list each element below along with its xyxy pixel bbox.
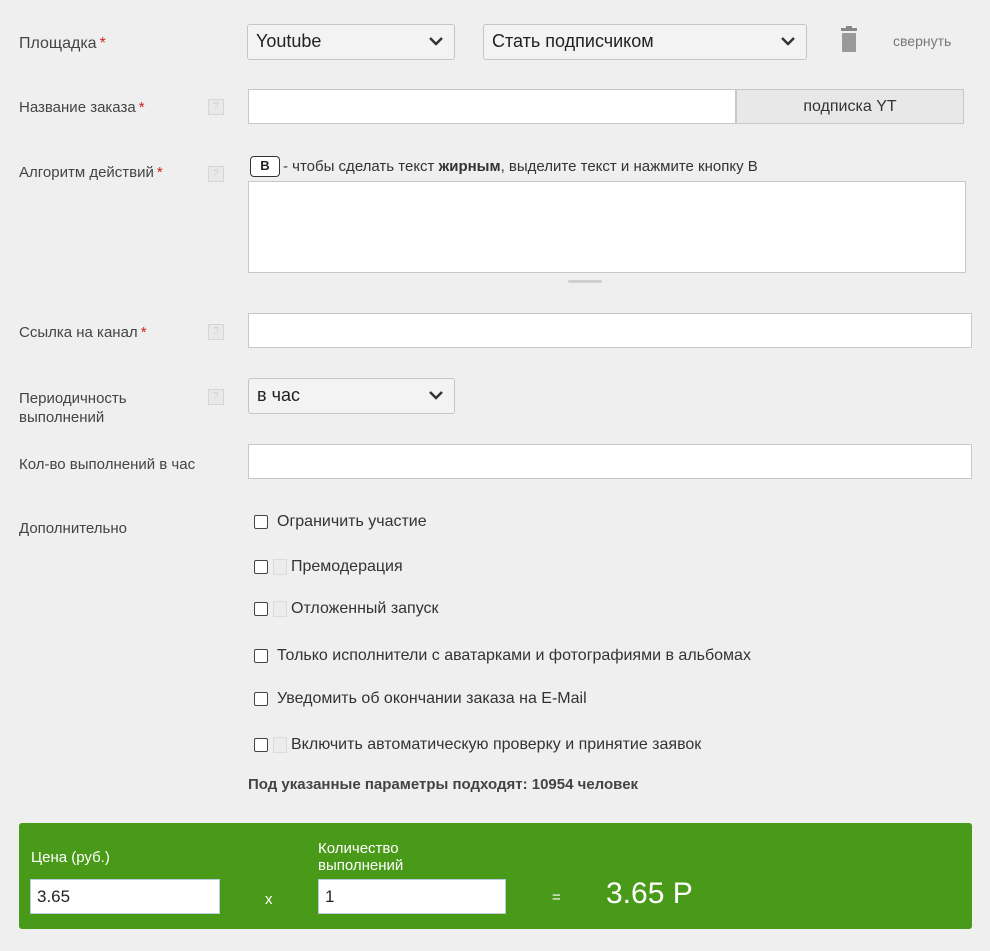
order-name-label: Название заказа * [19, 99, 145, 116]
help-icon[interactable] [273, 559, 287, 575]
checkbox[interactable] [254, 602, 268, 616]
option-email-notify[interactable]: Уведомить об окончании заказа на E-Mail [254, 688, 587, 710]
checkbox[interactable] [254, 560, 268, 574]
chevron-down-icon [429, 37, 443, 46]
equals-sign: = [552, 889, 561, 906]
checkbox[interactable] [254, 738, 268, 752]
bold-button[interactable]: B [250, 156, 280, 177]
platform-label: Площадка * [19, 35, 106, 52]
option-auto-accept[interactable]: Включить автоматическую проверку и приня… [254, 734, 701, 756]
required-mark: * [156, 164, 163, 181]
algorithm-label: Алгоритм действий * [19, 164, 163, 181]
matching-users-text: Под указанные параметры подходят: 10954 … [248, 776, 639, 793]
algorithm-textarea[interactable] [248, 181, 966, 273]
option-premoderation[interactable]: Премодерация [254, 556, 403, 578]
order-name-input[interactable] [248, 89, 736, 124]
option-avatar-only[interactable]: Только исполнители с аватарками и фотогр… [254, 645, 751, 667]
help-icon[interactable] [273, 737, 287, 753]
checkbox[interactable] [254, 649, 268, 663]
channel-link-input[interactable] [248, 313, 972, 348]
extra-label: Дополнительно [19, 520, 127, 537]
count-per-hour-label: Кол-во выполнений в час [19, 456, 196, 473]
option-limit-participation[interactable]: Ограничить участие [254, 511, 427, 533]
help-icon[interactable] [273, 601, 287, 617]
help-icon[interactable]: ? [208, 324, 224, 340]
frequency-label: Периодичность выполнений [19, 390, 127, 426]
action-select[interactable]: Стать подписчиком [483, 24, 807, 60]
resize-handle[interactable] [568, 280, 602, 283]
price-label: Цена (руб.) [31, 849, 110, 866]
required-mark: * [140, 324, 147, 341]
checkbox[interactable] [254, 515, 268, 529]
bold-hint: - чтобы сделать текст жирным, выделите т… [283, 158, 758, 175]
count-per-hour-input[interactable] [248, 444, 972, 479]
frequency-select[interactable]: в час [248, 378, 455, 414]
quantity-label: Количество выполнений [318, 840, 404, 874]
chevron-down-icon [429, 391, 443, 400]
help-icon[interactable]: ? [208, 166, 224, 182]
total-price: 3.65 Р [606, 877, 693, 910]
price-input[interactable]: 3.65 [30, 879, 220, 914]
checkbox[interactable] [254, 692, 268, 706]
collapse-link[interactable]: свернуть [893, 33, 951, 49]
required-mark: * [99, 35, 106, 52]
quantity-input[interactable]: 1 [318, 879, 506, 914]
trash-icon[interactable] [839, 26, 859, 52]
required-mark: * [138, 99, 145, 116]
option-delayed-start[interactable]: Отложенный запуск [254, 598, 439, 620]
price-panel: Цена (руб.) 3.65 x Количество выполнений… [19, 823, 972, 929]
help-icon[interactable]: ? [208, 99, 224, 115]
platform-select[interactable]: Youtube [247, 24, 455, 60]
multiply-sign: x [265, 891, 273, 908]
preset-name-button[interactable]: подписка YT [736, 89, 964, 124]
help-icon[interactable]: ? [208, 389, 224, 405]
channel-link-label: Ссылка на канал * [19, 324, 147, 341]
chevron-down-icon [781, 37, 795, 46]
